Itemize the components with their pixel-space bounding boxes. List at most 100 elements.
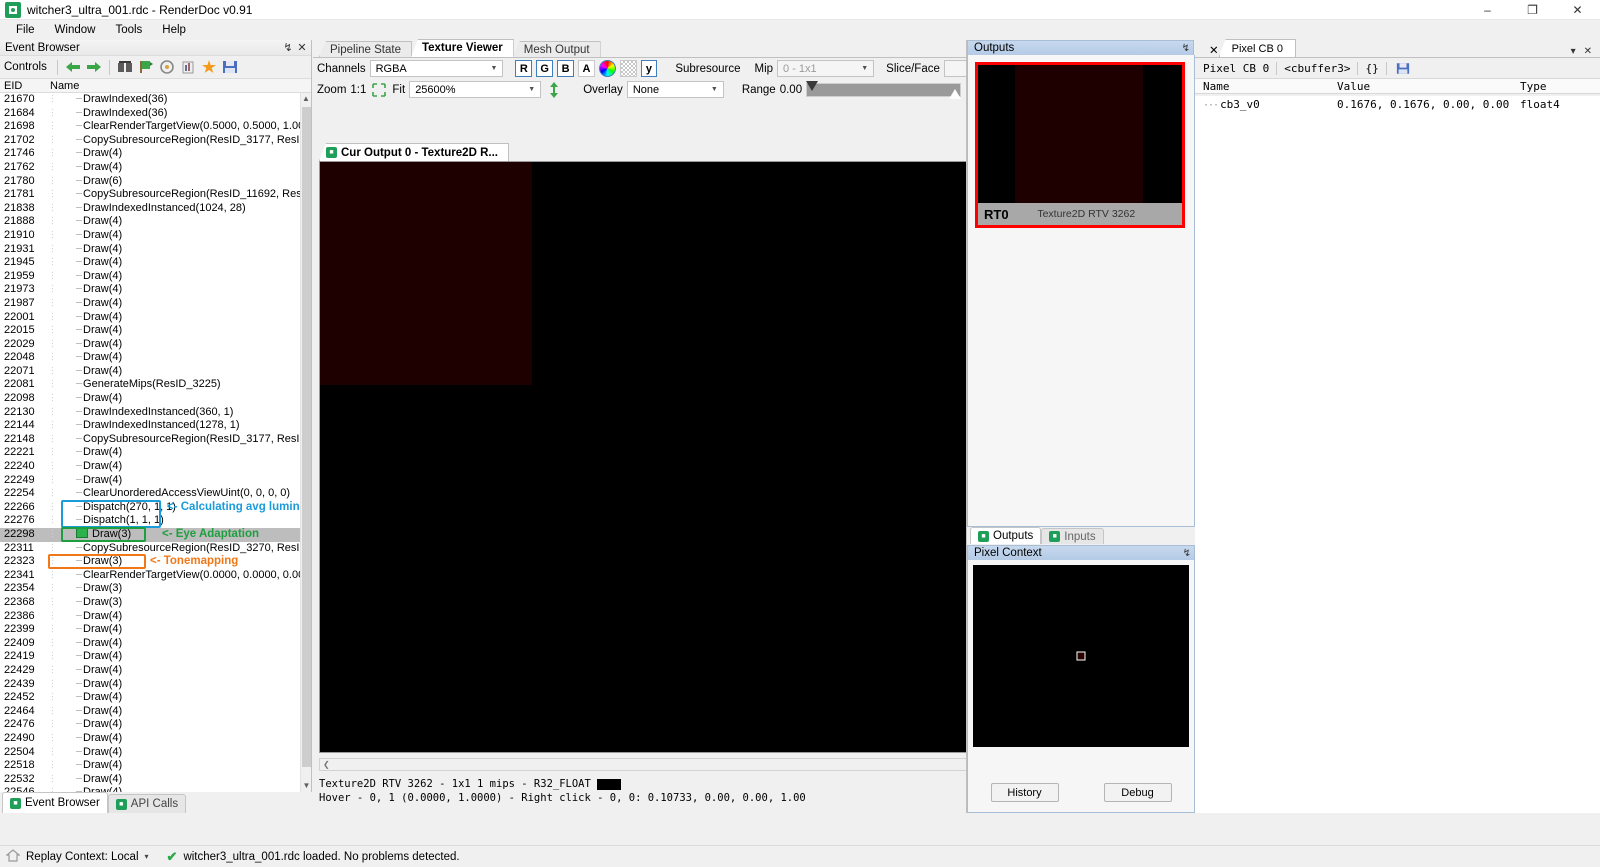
chevron-down-icon[interactable]: ▾ — [145, 852, 149, 861]
close-icon[interactable]: ✕ — [295, 41, 309, 54]
tab-event-browser[interactable]: ■ Event Browser — [2, 792, 108, 813]
event-row[interactable]: 21888 ┄Draw(4) — [0, 215, 300, 229]
tab-texture-viewer[interactable]: Texture Viewer — [410, 39, 514, 57]
pin-icon[interactable]: ↯ — [281, 41, 295, 54]
pixel-cb-grid[interactable]: ··· cb3_v0 0.1676, 0.1676, 0.00, 0.00 flo… — [1195, 96, 1600, 813]
event-row[interactable]: 22048 ┄Draw(4) — [0, 351, 300, 365]
scroll-down-icon[interactable]: ▼ — [301, 780, 312, 792]
event-row[interactable]: 21838 ┄DrawIndexedInstanced(1024, 28) — [0, 202, 300, 216]
breadcrumb-pixel-cb[interactable]: Pixel CB 0 — [1203, 62, 1269, 75]
fit-label[interactable]: Fit — [392, 84, 405, 96]
event-row[interactable]: 22419 ┄Draw(4) — [0, 650, 300, 664]
event-row[interactable]: 21973 ┄Draw(4) — [0, 283, 300, 297]
event-row[interactable]: 22490 ┄Draw(4) — [0, 732, 300, 746]
event-row[interactable]: 22439 ┄Draw(4) — [0, 678, 300, 692]
scroll-left-icon[interactable]: ❮ — [320, 760, 333, 769]
event-row[interactable]: 22071 ┄Draw(4) — [0, 365, 300, 379]
event-row[interactable]: 22221 ┄Draw(4) — [0, 446, 300, 460]
event-row[interactable]: 22504 ┄Draw(4) — [0, 746, 300, 760]
zoom-1to1-button[interactable]: 1:1 — [350, 84, 366, 96]
history-button[interactable]: History — [990, 783, 1059, 802]
breadcrumb-braces[interactable]: {} — [1365, 62, 1378, 75]
event-row[interactable]: 22254 ┄ClearUnorderedAccessViewUint(0, 0,… — [0, 487, 300, 501]
pin-icon[interactable]: ↯ — [1182, 43, 1190, 54]
dock-close-icon[interactable]: ✕ — [1209, 43, 1219, 57]
star-icon[interactable] — [200, 58, 218, 76]
event-row[interactable]: 22386 ┄Draw(4) — [0, 610, 300, 624]
close-icon[interactable]: ✕ — [1584, 46, 1592, 57]
event-row[interactable]: 22001 ┄Draw(4) — [0, 311, 300, 325]
close-button[interactable]: ✕ — [1555, 0, 1600, 20]
event-row[interactable]: 22015 ┄Draw(4) — [0, 324, 300, 338]
overlay-select[interactable]: None ▼ — [626, 81, 724, 98]
event-row[interactable]: 21910 ┄Draw(4) — [0, 229, 300, 243]
maximize-button[interactable]: ❐ — [1510, 0, 1555, 20]
event-row[interactable]: 21959 ┄Draw(4) — [0, 270, 300, 284]
event-row[interactable]: 21931 ┄Draw(4) — [0, 243, 300, 257]
output-thumbnail-rt0[interactable]: RT0 Texture2D RTV 3262 — [975, 62, 1185, 228]
debug-button[interactable]: Debug — [1103, 783, 1172, 802]
event-row[interactable]: 22518 ┄Draw(4) — [0, 759, 300, 773]
event-row[interactable]: 22144 ┄DrawIndexedInstanced(1278, 1) — [0, 419, 300, 433]
event-list[interactable]: 21670┄DrawIndexed(36)21684┄DrawIndexed(3… — [0, 93, 300, 792]
channel-b-button[interactable]: B — [557, 60, 574, 77]
event-row[interactable]: 21781 ┄CopySubresourceRegion(ResID_11692,… — [0, 188, 300, 202]
event-row[interactable]: 22130 ┄DrawIndexedInstanced(360, 1) — [0, 406, 300, 420]
scroll-up-icon[interactable]: ▲ — [301, 93, 311, 105]
event-row[interactable]: 22311 ┄CopySubresourceRegion(ResID_3270, … — [0, 542, 300, 556]
event-row[interactable]: 22249 ┄Draw(4) — [0, 474, 300, 488]
tab-pipeline-state[interactable]: Pipeline State — [319, 41, 412, 57]
bookmark-icon[interactable] — [137, 58, 155, 76]
event-row[interactable]: 21780 ┄Draw(6) — [0, 175, 300, 189]
event-row[interactable]: 21987 ┄Draw(4) — [0, 297, 300, 311]
menu-file[interactable]: File — [6, 22, 45, 38]
event-row[interactable]: 21762 ┄Draw(4) — [0, 161, 300, 175]
pixel-context-canvas[interactable] — [973, 565, 1189, 747]
collapse-icon[interactable]: ▾ — [1571, 46, 1576, 57]
event-row[interactable]: 22029 ┄Draw(4) — [0, 338, 300, 352]
zoom-fit-icon[interactable] — [370, 81, 388, 99]
event-row[interactable]: 21945 ┄Draw(4) — [0, 256, 300, 270]
table-row[interactable]: ··· cb3_v0 0.1676, 0.1676, 0.00, 0.00 flo… — [1195, 96, 1600, 112]
event-row[interactable]: 22399 ┄Draw(4) — [0, 623, 300, 637]
timeline-icon[interactable] — [158, 58, 176, 76]
channels-select[interactable]: RGBA ▼ — [369, 60, 504, 77]
checkerboard-icon[interactable] — [619, 60, 637, 77]
event-row[interactable]: 22240 ┄Draw(4) — [0, 460, 300, 474]
event-row[interactable]: 22341 ┄ClearRenderTargetView(0.0000, 0.00… — [0, 569, 300, 583]
event-row[interactable]: 21698 ┄ClearRenderTargetView(0.5000, 0.50… — [0, 120, 300, 134]
gamma-button[interactable]: y — [640, 60, 658, 77]
event-row[interactable]: 22476 ┄Draw(4) — [0, 718, 300, 732]
save-icon[interactable] — [221, 58, 239, 76]
menu-help[interactable]: Help — [152, 22, 196, 38]
event-row[interactable]: 22532 ┄Draw(4) — [0, 773, 300, 787]
event-row[interactable]: 22464 ┄Draw(4) — [0, 705, 300, 719]
range-min-value[interactable]: 0.00 — [780, 84, 802, 96]
event-list-scrollbar[interactable]: ▲ ▼ — [300, 93, 311, 792]
chart-icon[interactable] — [179, 58, 197, 76]
event-row[interactable]: 22081 ┄GenerateMips(ResID_3225) — [0, 378, 300, 392]
channel-a-button[interactable]: A — [577, 60, 595, 77]
event-row[interactable]: 21670 ┄DrawIndexed(36) — [0, 93, 300, 107]
scroll-thumb[interactable] — [302, 107, 311, 767]
event-row[interactable]: 22354 ┄Draw(3) — [0, 582, 300, 596]
event-row[interactable]: 22409 ┄Draw(4) — [0, 637, 300, 651]
event-row[interactable]: 22276 ┄Dispatch(1, 1, 1) — [0, 514, 300, 528]
tab-pixel-cb-0[interactable]: Pixel CB 0 — [1218, 39, 1296, 57]
color-wheel-icon[interactable] — [598, 60, 616, 77]
tab-api-calls[interactable]: ■ API Calls — [107, 794, 187, 813]
forward-arrow-icon[interactable] — [85, 58, 103, 76]
replay-context-label[interactable]: Replay Context: Local — [26, 851, 139, 863]
breadcrumb-cbuffer[interactable]: <cbuffer3> — [1284, 62, 1350, 75]
pin-icon[interactable]: ↯ — [1183, 548, 1191, 559]
range-slider[interactable] — [806, 80, 962, 99]
event-row[interactable]: 21702 ┄CopySubresourceRegion(ResID_3177, … — [0, 134, 300, 148]
tab-mesh-output[interactable]: Mesh Output — [512, 41, 601, 57]
zoom-select[interactable]: 25600% ▼ — [409, 81, 542, 98]
mip-select[interactable]: 0 - 1x1 ▼ — [777, 60, 875, 77]
event-row[interactable]: 22368 ┄Draw(3) — [0, 596, 300, 610]
save-icon[interactable] — [1394, 59, 1412, 77]
range-handle-right[interactable] — [949, 88, 962, 99]
event-row[interactable]: 22098 ┄Draw(4) — [0, 392, 300, 406]
event-row[interactable]: 22429 ┄Draw(4) — [0, 664, 300, 678]
